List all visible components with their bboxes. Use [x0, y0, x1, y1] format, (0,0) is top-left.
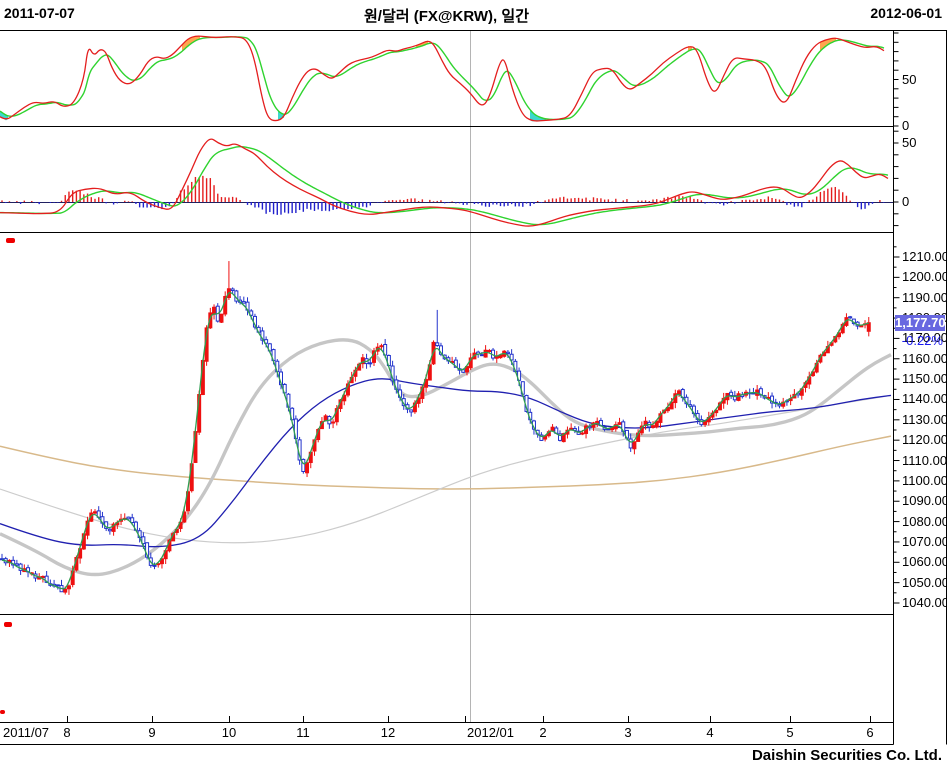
current-price-badge: 1,177.70: [895, 315, 946, 331]
change-percent: -0.22%: [901, 333, 943, 348]
indicator-axis-label: 50: [902, 135, 917, 150]
price-axis-label: 1090.00: [902, 493, 947, 509]
price-axis-label: 1140.00: [902, 391, 947, 407]
price-axis-label: 1080.00: [902, 513, 947, 529]
chart-window: 2011-07-07 원/달러 (FX@KRW), 일간 2012-06-01 …: [0, 0, 947, 767]
x-axis-label: 11: [296, 725, 310, 740]
x-axis-label: 10: [221, 725, 237, 740]
price-axis-label: 1160.00: [902, 350, 947, 366]
chart-canvas[interactable]: [0, 0, 947, 767]
x-axis-label: 2011/07: [3, 725, 50, 740]
price-axis-label: 1200.00: [902, 269, 947, 285]
x-axis-label: 12: [380, 725, 396, 740]
panel-marker-dash: [6, 238, 15, 243]
x-axis-label: 6: [866, 725, 874, 740]
x-axis-label: 2012/01: [467, 725, 514, 740]
price-axis-label: 1210.00: [902, 248, 947, 264]
price-axis-label: 1190.00: [902, 289, 947, 305]
x-axis-label: 9: [148, 725, 156, 740]
indicator-axis-label: 0: [902, 118, 910, 133]
company-name: Daishin Securities Co. Ltd.: [751, 747, 942, 764]
panel-marker-dash: [4, 622, 12, 627]
price-axis-label: 1150.00: [902, 371, 947, 387]
indicator-axis-label: 0: [902, 194, 910, 209]
price-axis-label: 1130.00: [902, 411, 947, 427]
price-axis-label: 1120.00: [902, 432, 947, 448]
price-axis-label: 1110.00: [902, 452, 947, 468]
x-axis-label: 3: [624, 725, 632, 740]
x-axis-label: 4: [706, 725, 714, 740]
x-axis-label: 8: [63, 725, 71, 740]
indicator-axis-label: 50: [902, 71, 917, 87]
price-axis-label: 1100.00: [902, 472, 947, 488]
x-axis-label: 2: [539, 725, 547, 740]
price-axis-label: 1040.00: [902, 595, 947, 610]
panel-marker-dash: [0, 710, 5, 714]
price-axis-label: 1050.00: [902, 574, 947, 590]
price-axis-label: 1070.00: [902, 533, 947, 549]
price-axis-label: 1060.00: [902, 554, 947, 570]
x-axis-label: 5: [786, 725, 794, 740]
